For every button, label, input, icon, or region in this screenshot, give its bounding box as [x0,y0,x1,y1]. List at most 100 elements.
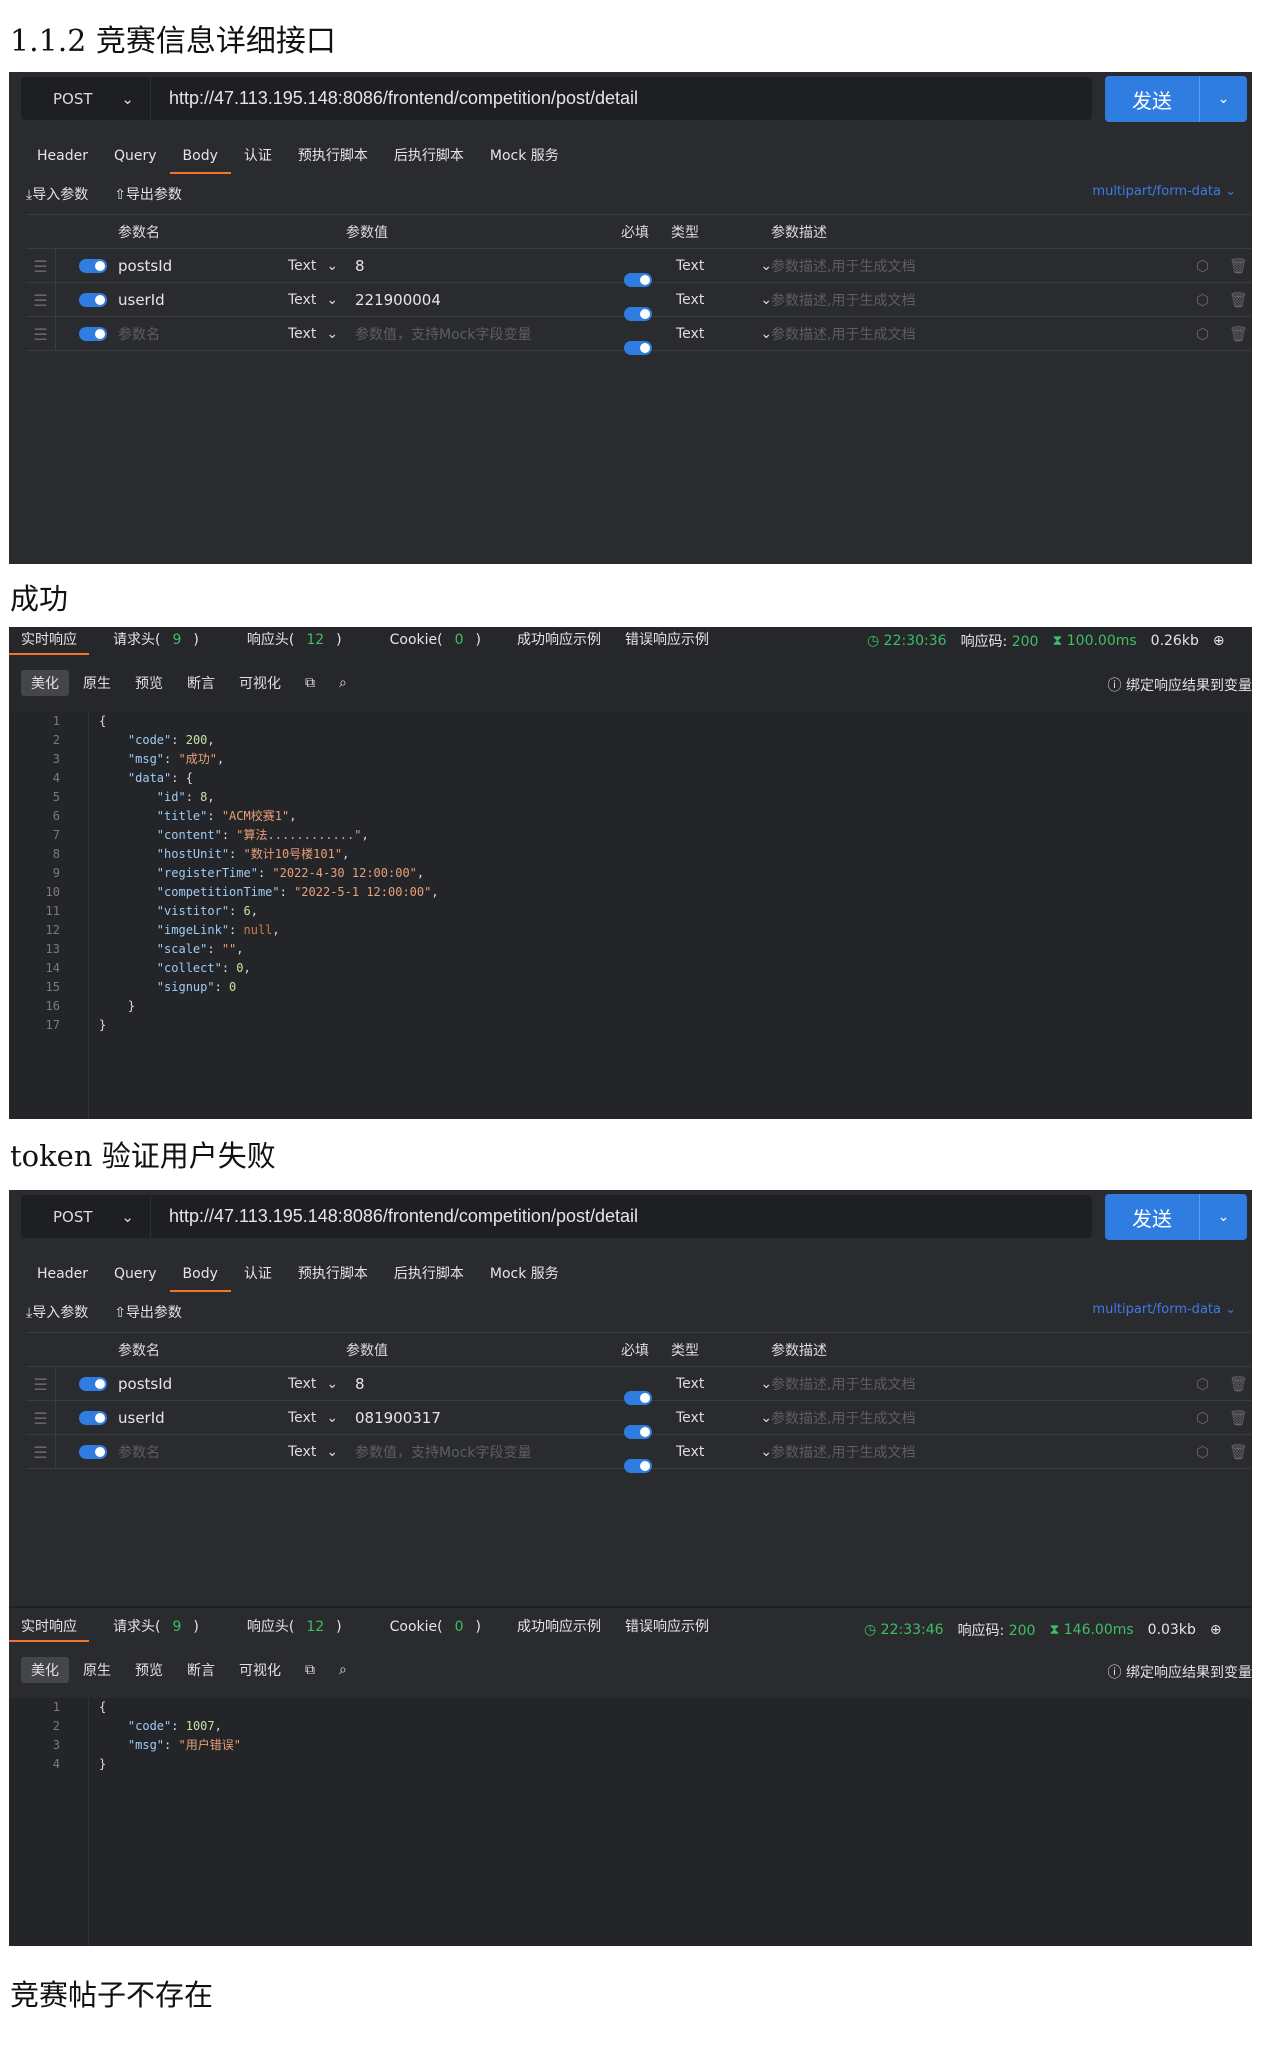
content-type-select[interactable]: multipart/form-data ⌄ [1092,1302,1236,1317]
splitter[interactable] [9,1606,1252,1608]
copy-icon[interactable]: ⧉ [295,1659,325,1681]
method-select[interactable]: POST ⌄ [21,77,151,120]
enable-toggle[interactable] [79,1411,107,1425]
tab-cookie[interactable]: Cookie(0) [366,1616,505,1642]
tab-mock[interactable]: Mock 服务 [477,1262,572,1292]
view-preview[interactable]: 预览 [125,670,173,696]
view-visualize[interactable]: 可视化 [229,1657,291,1683]
type-select[interactable]: Text ⌄ [288,283,338,317]
view-preview[interactable]: 预览 [125,1657,173,1683]
enable-toggle[interactable] [79,1377,107,1391]
tab-mock[interactable]: Mock 服务 [477,144,572,174]
drag-handle-icon[interactable]: ☰ [26,283,56,317]
drag-handle-icon[interactable]: ☰ [26,317,56,351]
type-select[interactable]: Text ⌄ [288,317,338,351]
tab-body[interactable]: Body [169,1262,231,1292]
tab-live-response[interactable]: 实时响应 [9,629,89,655]
type-select[interactable]: Text ⌄ [288,1401,338,1435]
send-button[interactable]: 发送 ⌄ [1105,1194,1247,1240]
required-toggle[interactable] [624,341,652,355]
settings-icon[interactable]: ⬡ [1196,1367,1209,1401]
globe-icon[interactable]: ⊕ [1213,633,1225,649]
settings-icon[interactable]: ⬡ [1196,1435,1209,1469]
url-input[interactable]: http://47.113.195.148:8086/frontend/comp… [151,1206,638,1227]
bind-variable-button[interactable]: ⓘ 绑定响应结果到变量 [1108,675,1252,695]
type-select[interactable]: Text ⌄ [676,1435,772,1469]
tab-query[interactable]: Query [101,1262,170,1292]
delete-icon[interactable]: 🗑 [1229,317,1248,351]
tab-cookie[interactable]: Cookie(0) [366,629,505,655]
search-icon[interactable]: ⌕ [329,1659,357,1681]
chevron-down-icon[interactable]: ⌄ [1199,1194,1247,1240]
type-select[interactable]: Text ⌄ [676,1367,772,1401]
delete-icon[interactable]: 🗑 [1229,1367,1248,1401]
drag-handle-icon[interactable]: ☰ [26,1401,56,1435]
response-duration: ⧗ 100.00ms [1052,633,1137,649]
settings-icon[interactable]: ⬡ [1196,283,1209,317]
method-select[interactable]: POST ⌄ [21,1195,151,1238]
tab-header[interactable]: Header [24,1262,101,1292]
tab-pre-script[interactable]: 预执行脚本 [285,144,381,174]
tab-header[interactable]: Header [24,144,101,174]
send-button[interactable]: 发送 ⌄ [1105,76,1247,122]
view-raw[interactable]: 原生 [73,1657,121,1683]
settings-icon[interactable]: ⬡ [1196,317,1209,351]
settings-icon[interactable]: ⬡ [1196,249,1209,283]
search-icon[interactable]: ⌕ [329,672,357,694]
enable-toggle[interactable] [79,259,107,273]
content-type-select[interactable]: multipart/form-data ⌄ [1092,184,1236,199]
view-beautify[interactable]: 美化 [21,1657,69,1683]
settings-icon[interactable]: ⬡ [1196,1401,1209,1435]
tab-auth[interactable]: 认证 [231,1262,285,1292]
tab-query[interactable]: Query [101,144,170,174]
tab-body[interactable]: Body [169,144,231,174]
enable-toggle[interactable] [79,327,107,341]
tab-success-example[interactable]: 成功响应示例 [505,1616,613,1642]
view-assert[interactable]: 断言 [177,1657,225,1683]
delete-icon[interactable]: 🗑 [1229,1435,1248,1469]
tab-response-headers[interactable]: 响应头(12) [223,1616,366,1642]
bind-variable-button[interactable]: ⓘ 绑定响应结果到变量 [1108,1662,1252,1682]
tab-live-response[interactable]: 实时响应 [9,1616,89,1642]
type-select[interactable]: Text ⌄ [676,283,772,317]
tab-pre-script[interactable]: 预执行脚本 [285,1262,381,1292]
tab-response-headers[interactable]: 响应头(12) [223,629,366,655]
delete-icon[interactable]: 🗑 [1229,249,1248,283]
type-select[interactable]: Text ⌄ [676,1401,772,1435]
request-panel: POST ⌄ http://47.113.195.148:8086/fronten… [9,72,1252,564]
tab-error-example[interactable]: 错误响应示例 [613,1616,721,1642]
drag-handle-icon[interactable]: ☰ [26,1367,56,1401]
globe-icon[interactable]: ⊕ [1210,1622,1222,1638]
chevron-down-icon[interactable]: ⌄ [1199,76,1247,122]
tab-auth[interactable]: 认证 [231,144,285,174]
type-select[interactable]: Text ⌄ [676,317,772,351]
table-header: 参数名 参数值 必填 类型 参数描述 [26,1333,1252,1367]
required-toggle[interactable] [624,1459,652,1473]
delete-icon[interactable]: 🗑 [1229,283,1248,317]
drag-handle-icon[interactable]: ☰ [26,1435,56,1469]
export-params-button[interactable]: ⇧导出参数 [114,184,182,204]
view-raw[interactable]: 原生 [73,670,121,696]
type-select[interactable]: Text ⌄ [288,249,338,283]
enable-toggle[interactable] [79,293,107,307]
view-assert[interactable]: 断言 [177,670,225,696]
type-select[interactable]: Text ⌄ [676,249,772,283]
tab-error-example[interactable]: 错误响应示例 [613,629,721,655]
copy-icon[interactable]: ⧉ [295,672,325,694]
view-beautify[interactable]: 美化 [21,670,69,696]
url-input[interactable]: http://47.113.195.148:8086/frontend/comp… [151,88,638,109]
type-select[interactable]: Text ⌄ [288,1367,338,1401]
import-params-button[interactable]: ⤓导入参数 [26,1302,88,1322]
delete-icon[interactable]: 🗑 [1229,1401,1248,1435]
import-params-button[interactable]: ⤓导入参数 [26,184,88,204]
tab-post-script[interactable]: 后执行脚本 [381,1262,477,1292]
tab-request-headers[interactable]: 请求头(9) [89,1616,223,1642]
view-visualize[interactable]: 可视化 [229,670,291,696]
drag-handle-icon[interactable]: ☰ [26,249,56,283]
tab-request-headers[interactable]: 请求头(9) [89,629,223,655]
export-params-button[interactable]: ⇧导出参数 [114,1302,182,1322]
tab-success-example[interactable]: 成功响应示例 [505,629,613,655]
enable-toggle[interactable] [79,1445,107,1459]
tab-post-script[interactable]: 后执行脚本 [381,144,477,174]
type-select[interactable]: Text ⌄ [288,1435,338,1469]
